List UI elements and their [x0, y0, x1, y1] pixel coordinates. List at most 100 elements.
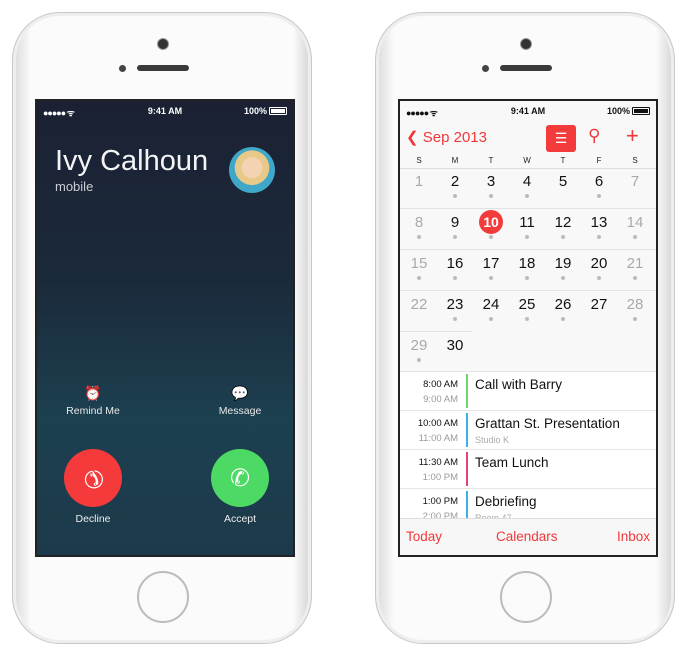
event-title: Debriefing — [475, 494, 537, 509]
day-cell[interactable]: 12 — [545, 214, 581, 231]
day-cell[interactable]: 19 — [545, 255, 581, 272]
event-indicator-dot — [597, 194, 601, 198]
day-cell[interactable]: 23 — [437, 296, 473, 313]
event-end-time: 1:00 PM — [422, 472, 458, 483]
event-indicator-dot — [597, 276, 601, 280]
battery-icon — [632, 107, 650, 115]
proximity-sensor — [482, 65, 489, 72]
tab-today[interactable]: Today — [406, 529, 442, 544]
weekday-header: SMTWTFS — [400, 153, 656, 169]
event-indicator-dot — [489, 317, 493, 321]
event-indicator-dot — [597, 235, 601, 239]
day-cell[interactable]: 22 — [401, 296, 437, 313]
event-indicator-dot — [525, 317, 529, 321]
calendar-color-bar — [466, 452, 468, 486]
remind-me-button[interactable]: ⏰ Remind Me — [53, 385, 133, 417]
event-row[interactable]: 8:00 AM 9:00 AM Call with Barry — [400, 371, 656, 410]
event-title: Grattan St. Presentation — [475, 416, 620, 431]
day-cell[interactable]: 29 — [401, 337, 437, 354]
day-cell[interactable]: 8 — [401, 214, 437, 231]
event-indicator-dot — [525, 276, 529, 280]
decline-label: Decline — [75, 513, 111, 525]
event-indicator-dot — [633, 317, 637, 321]
right-iphone: ●●●●● ᯤ 9:41 AM 100% ❮ Sep 2013 ☰ ⚲ + S M… — [375, 12, 675, 644]
week-divider — [400, 208, 656, 209]
calendar-color-bar — [466, 374, 468, 408]
day-cell[interactable]: 9 — [437, 214, 473, 231]
tab-inbox[interactable]: Inbox — [617, 529, 650, 544]
day-cell[interactable]: 20 — [581, 255, 617, 272]
message-label: Message — [218, 405, 262, 417]
weekday-label: T — [488, 156, 494, 165]
day-cell[interactable]: 16 — [437, 255, 473, 272]
day-cell[interactable]: 5 — [545, 173, 581, 190]
event-end-time: 9:00 AM — [423, 394, 458, 405]
day-cell[interactable]: 17 — [473, 255, 509, 272]
back-to-month-button[interactable]: ❮ Sep 2013 — [406, 128, 487, 146]
proximity-sensor — [119, 65, 126, 72]
day-cell[interactable]: 6 — [581, 173, 617, 190]
event-indicator-dot — [489, 235, 493, 239]
caller-name: Ivy Calhoun — [55, 145, 209, 177]
day-cell[interactable]: 3 — [473, 173, 509, 190]
home-button[interactable] — [500, 571, 552, 623]
event-indicator-dot — [453, 194, 457, 198]
day-cell[interactable]: 27 — [581, 296, 617, 313]
tab-calendars[interactable]: Calendars — [496, 529, 558, 544]
day-cell[interactable]: 7 — [617, 173, 653, 190]
event-indicator-dot — [561, 235, 565, 239]
day-cell[interactable]: 15 — [401, 255, 437, 272]
month-label: Sep 2013 — [422, 129, 487, 146]
phone-icon: ✆ — [229, 464, 251, 492]
day-cell[interactable]: 1 — [401, 173, 437, 190]
event-start-time: 1:00 PM — [422, 496, 458, 507]
event-indicator-dot — [525, 194, 529, 198]
calendar-color-bar — [466, 413, 468, 447]
chevron-left-icon: ❮ — [406, 129, 423, 146]
weekday-label: S — [416, 156, 422, 165]
home-button[interactable] — [137, 571, 189, 623]
day-cell[interactable]: 21 — [617, 255, 653, 272]
event-title: Call with Barry — [475, 377, 563, 392]
remind-me-label: Remind Me — [66, 405, 120, 417]
message-button[interactable]: 💬 Message — [200, 385, 280, 417]
caller-label: mobile — [55, 179, 94, 194]
day-cell[interactable]: 11 — [509, 214, 545, 231]
day-cell[interactable]: 28 — [617, 296, 653, 313]
list-icon: ☰ — [554, 130, 568, 146]
weekday-label: T — [560, 156, 566, 165]
day-cell[interactable]: 10 — [479, 210, 503, 234]
day-cell[interactable]: 14 — [617, 214, 653, 231]
day-cell[interactable]: 4 — [509, 173, 545, 190]
add-event-icon[interactable]: + — [626, 123, 639, 149]
event-indicator-dot — [453, 235, 457, 239]
day-cell[interactable]: 13 — [581, 214, 617, 231]
day-cell[interactable]: 26 — [545, 296, 581, 313]
weekday-label: S — [632, 156, 638, 165]
earpiece-speaker — [500, 65, 552, 71]
tab-bar: Today Calendars Inbox — [400, 518, 656, 555]
day-cell[interactable]: 30 — [437, 337, 473, 354]
calendar-screen: ●●●●● ᯤ 9:41 AM 100% ❮ Sep 2013 ☰ ⚲ + S M… — [398, 99, 658, 557]
event-indicator-dot — [525, 235, 529, 239]
event-start-time: 10:00 AM — [417, 418, 458, 429]
list-view-toggle[interactable]: ☰ — [546, 125, 576, 152]
day-cell[interactable]: 25 — [509, 296, 545, 313]
day-cell[interactable]: 18 — [509, 255, 545, 272]
status-bar: ●●●●● ᯤ 9:41 AM 100% — [400, 101, 656, 121]
event-start-time: 11:30 AM — [418, 457, 458, 468]
event-row[interactable]: 11:30 AM 1:00 PM Team Lunch — [400, 449, 656, 488]
event-indicator-dot — [561, 317, 565, 321]
event-row[interactable]: 10:00 AM 11:00 AM Grattan St. Presentati… — [400, 410, 656, 449]
event-indicator-dot — [489, 276, 493, 280]
event-start-time: 8:00 AM — [423, 379, 458, 390]
hang-up-phone-icon: ✆ — [76, 461, 110, 495]
day-cell[interactable]: 24 — [473, 296, 509, 313]
search-icon[interactable]: ⚲ — [588, 126, 600, 146]
left-iphone: ●●●●● ᯤ 9:41 AM 100% Ivy Calhoun mobile … — [12, 12, 312, 644]
speech-bubble-icon: 💬 — [231, 385, 249, 401]
day-cell[interactable]: 2 — [437, 173, 473, 190]
accept-label: Accept — [223, 513, 257, 525]
decline-button[interactable]: ✆ — [64, 449, 122, 507]
accept-button[interactable]: ✆ — [211, 449, 269, 507]
